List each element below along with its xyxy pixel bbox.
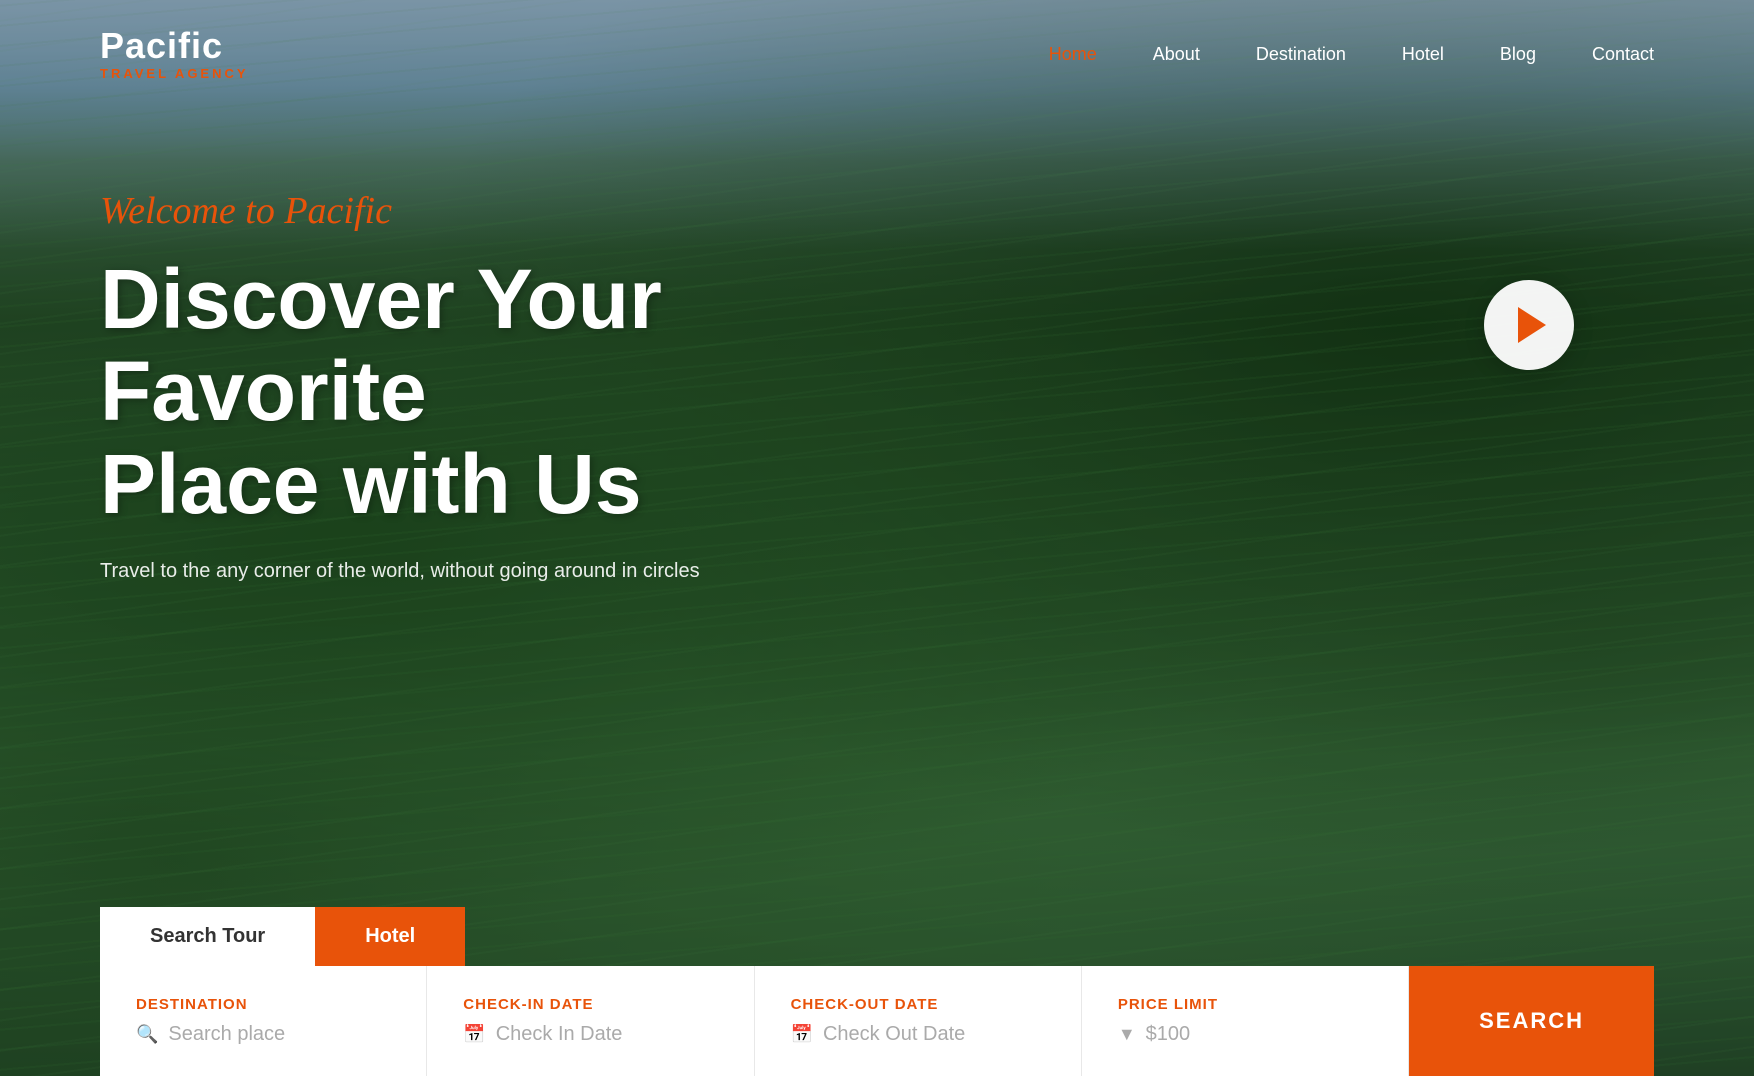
nav-item-home[interactable]: Home [1049,44,1097,65]
price-field: PRICE LIMIT ▼ $100 [1082,966,1409,1076]
destination-label: DESTINATION [136,996,390,1013]
nav-links: Home About Destination Hotel Blog Contac… [1049,44,1654,65]
hero-title-line1: Discover Your Favorite [100,252,662,438]
nav-link-contact[interactable]: Contact [1592,44,1654,64]
tab-hotel[interactable]: Hotel [315,907,465,966]
nav-link-blog[interactable]: Blog [1500,44,1536,64]
search-tabs: Search Tour Hotel [100,907,1654,966]
chevron-down-icon: ▼ [1118,1024,1136,1045]
price-value: ▼ $100 [1118,1023,1372,1046]
hero-title-line2: Place with Us [100,437,642,531]
hero-section: Pacific TRAVEL AGENCY Home About Destina… [0,0,1754,1076]
price-label: PRICE LIMIT [1118,996,1372,1013]
destination-placeholder: Search place [168,1023,285,1046]
logo-name: Pacific [100,28,249,64]
checkout-placeholder: Check Out Date [823,1023,965,1046]
nav-item-hotel[interactable]: Hotel [1402,44,1444,65]
nav-item-destination[interactable]: Destination [1256,44,1346,65]
destination-field: DESTINATION 🔍 Search place [100,966,427,1076]
calendar-icon: 📅 [463,1024,485,1045]
checkout-label: CHECK-OUT DATE [791,996,1045,1013]
price-placeholder: $100 [1146,1023,1191,1046]
logo[interactable]: Pacific TRAVEL AGENCY [100,28,249,81]
checkout-field: CHECK-OUT DATE 📅 Check Out Date [755,966,1082,1076]
checkin-value: 📅 Check In Date [463,1023,717,1046]
search-button[interactable]: SEARCH [1409,966,1654,1076]
checkin-field: CHECK-IN DATE 📅 Check In Date [427,966,754,1076]
search-panel: Search Tour Hotel DESTINATION 🔍 Search p… [0,907,1754,1076]
checkout-value: 📅 Check Out Date [791,1023,1045,1046]
nav-link-home[interactable]: Home [1049,44,1097,64]
hero-title: Discover Your Favorite Place with Us [100,253,900,530]
checkin-label: CHECK-IN DATE [463,996,717,1013]
search-icon: 🔍 [136,1024,158,1045]
search-bar: DESTINATION 🔍 Search place CHECK-IN DATE… [100,966,1654,1076]
nav-item-blog[interactable]: Blog [1500,44,1536,65]
nav-link-hotel[interactable]: Hotel [1402,44,1444,64]
play-button[interactable] [1484,280,1574,370]
hero-subtitle: Travel to the any corner of the world, w… [100,560,1654,583]
navbar: Pacific TRAVEL AGENCY Home About Destina… [0,0,1754,109]
destination-value: 🔍 Search place [136,1023,390,1046]
checkin-placeholder: Check In Date [496,1023,623,1046]
tab-search-tour[interactable]: Search Tour [100,907,315,966]
logo-tagline: TRAVEL AGENCY [100,66,249,81]
nav-link-about[interactable]: About [1153,44,1200,64]
nav-item-contact[interactable]: Contact [1592,44,1654,65]
welcome-text: Welcome to Pacific [100,189,1654,233]
calendar-checkout-icon: 📅 [791,1024,813,1045]
nav-link-destination[interactable]: Destination [1256,44,1346,64]
nav-item-about[interactable]: About [1153,44,1200,65]
